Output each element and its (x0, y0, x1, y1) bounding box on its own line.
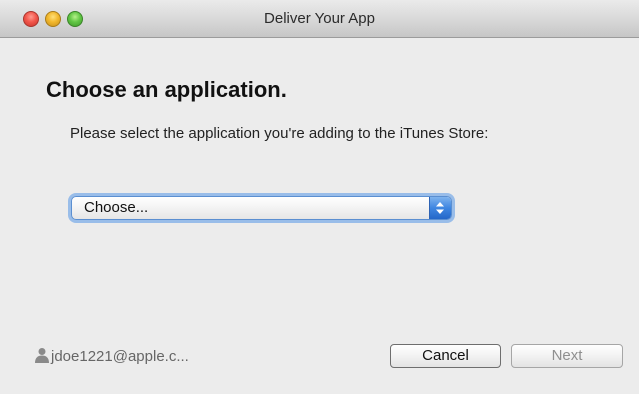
next-button[interactable]: Next (511, 344, 623, 368)
account-email: jdoe1221@apple.c... (51, 348, 189, 365)
account-indicator: jdoe1221@apple.c... (34, 347, 189, 367)
user-icon (35, 348, 49, 363)
page-heading: Choose an application. (46, 77, 287, 102)
title-bar[interactable]: Deliver Your App (0, 0, 639, 38)
application-select-value: Choose... (84, 199, 149, 216)
window-title: Deliver Your App (264, 10, 375, 27)
instruction-text: Please select the application you're add… (70, 125, 489, 142)
cancel-button[interactable]: Cancel (390, 344, 501, 368)
select-arrows-icon (429, 197, 451, 219)
application-select[interactable]: Choose... (71, 196, 452, 220)
deliver-app-window: Deliver Your App Choose an application. … (0, 0, 639, 394)
